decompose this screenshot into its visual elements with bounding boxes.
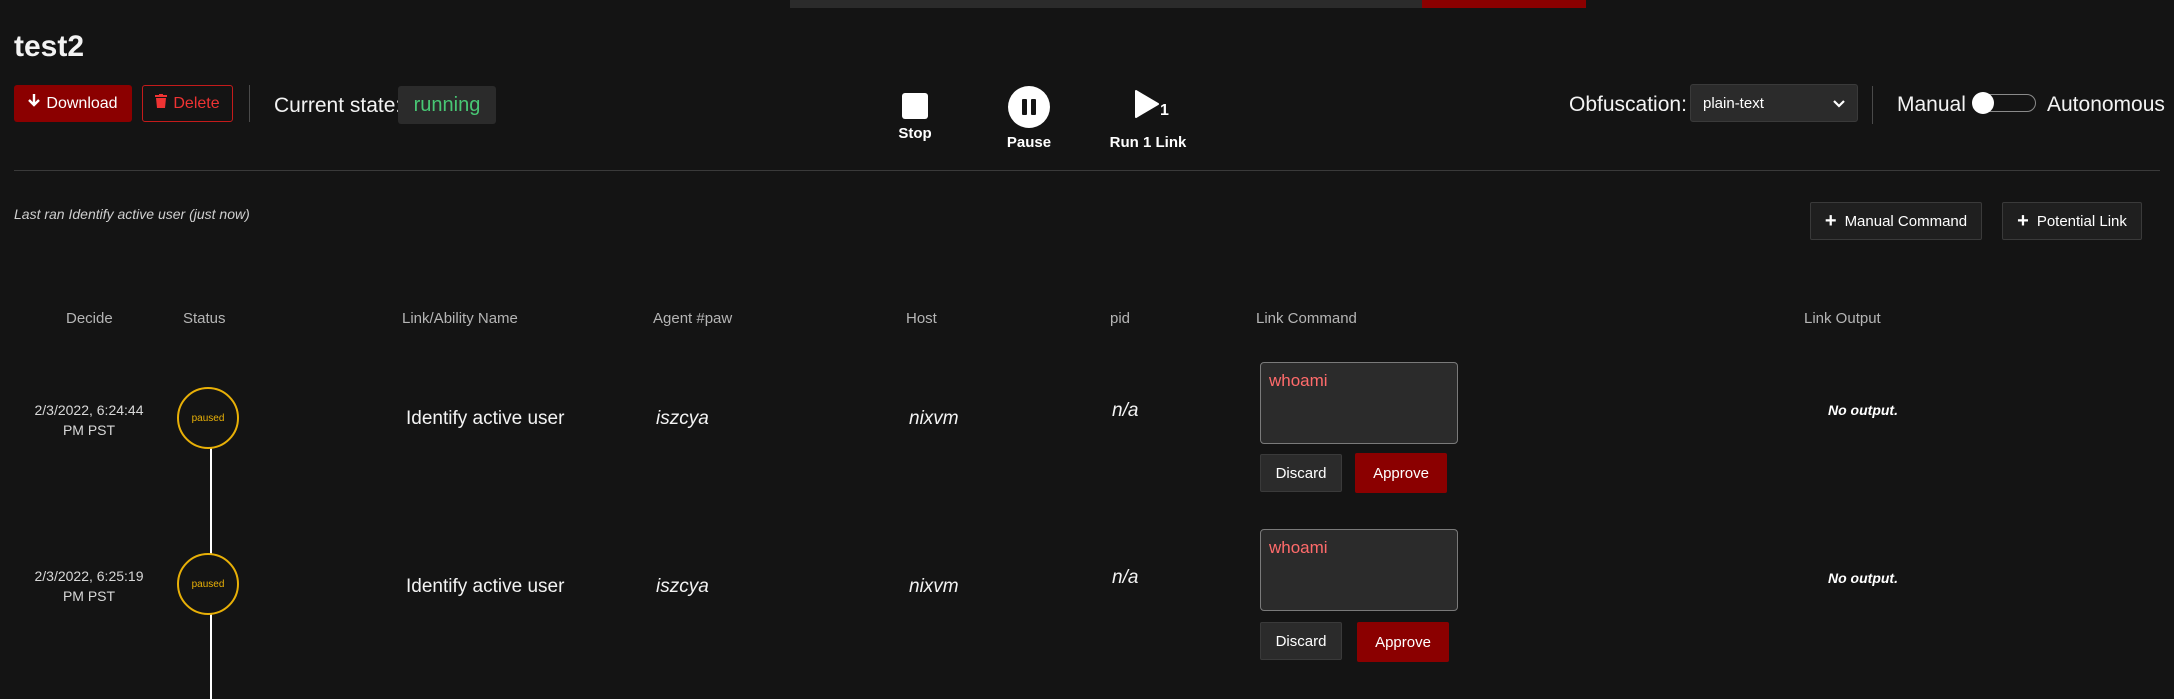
- delete-label: Delete: [173, 94, 220, 112]
- column-header-ability: Link/Ability Name: [402, 310, 518, 327]
- manual-label: Manual: [1897, 93, 1966, 116]
- pause-button[interactable]: Pause: [990, 86, 1068, 151]
- link-output: No output.: [1828, 570, 1898, 586]
- column-header-agent: Agent #paw: [653, 310, 733, 327]
- state-badge: running: [398, 86, 496, 124]
- manual-command-button[interactable]: + Manual Command: [1810, 202, 1982, 240]
- pid-value: n/a: [1112, 400, 1139, 421]
- operation-title: test2: [14, 30, 85, 63]
- run-one-link-button[interactable]: 1 Run 1 Link: [1100, 86, 1196, 151]
- current-state-label: Current state:: [274, 94, 402, 117]
- play-icon: 1: [1118, 86, 1178, 128]
- column-header-host: Host: [906, 310, 937, 327]
- download-button[interactable]: Download: [14, 85, 132, 122]
- table-row-date: 2/3/2022, 6:24:44 PM PST: [24, 400, 154, 440]
- stop-label: Stop: [898, 125, 932, 142]
- divider: [249, 85, 250, 122]
- column-header-output: Link Output: [1804, 310, 1881, 327]
- mode-toggle-knob[interactable]: [1972, 92, 1994, 114]
- pause-icon: [1008, 86, 1050, 128]
- link-output: No output.: [1828, 402, 1898, 418]
- column-header-status: Status: [183, 310, 226, 327]
- manual-command-label: Manual Command: [1844, 212, 1968, 230]
- chevron-down-icon: [1833, 96, 1845, 113]
- date-line: PM PST: [62, 588, 116, 604]
- status-badge[interactable]: paused: [177, 553, 239, 615]
- autonomous-label: Autonomous: [2047, 93, 2165, 116]
- stop-button[interactable]: Stop: [880, 88, 950, 142]
- date-line: 2/3/2022, 6:24:44: [34, 402, 144, 418]
- potential-link-button[interactable]: + Potential Link: [2002, 202, 2142, 240]
- command-textarea[interactable]: whoami: [1260, 529, 1458, 611]
- top-bar-accent: [1422, 0, 1586, 8]
- table-row-date: 2/3/2022, 6:25:19 PM PST: [24, 566, 154, 606]
- agent-paw: iszcya: [656, 408, 709, 429]
- command-textarea[interactable]: whoami: [1260, 362, 1458, 444]
- pause-label: Pause: [1006, 134, 1052, 151]
- approve-button[interactable]: Approve: [1357, 622, 1449, 662]
- pid-value: n/a: [1112, 567, 1139, 588]
- column-header-pid: pid: [1110, 310, 1131, 327]
- status-badge[interactable]: paused: [177, 387, 239, 449]
- stop-icon: [902, 93, 928, 119]
- run-label: Run 1 Link: [1109, 134, 1187, 151]
- obfuscation-label: Obfuscation:: [1569, 93, 1687, 116]
- arrow-down-icon: [28, 94, 41, 113]
- obfuscation-value: plain-text: [1703, 94, 1764, 112]
- column-header-command: Link Command: [1256, 310, 1357, 327]
- obfuscation-select[interactable]: plain-text: [1690, 84, 1858, 122]
- host-name: nixvm: [909, 576, 959, 597]
- approve-button[interactable]: Approve: [1355, 453, 1447, 493]
- agent-paw: iszcya: [656, 576, 709, 597]
- date-line: PM PST: [62, 422, 116, 438]
- download-label: Download: [46, 94, 118, 112]
- discard-button[interactable]: Discard: [1260, 454, 1342, 492]
- delete-button[interactable]: Delete: [142, 85, 233, 122]
- divider: [1872, 86, 1873, 124]
- plus-icon: +: [2017, 210, 2029, 232]
- host-name: nixvm: [909, 408, 959, 429]
- date-line: 2/3/2022, 6:25:19: [34, 568, 144, 584]
- divider: [14, 170, 2160, 171]
- trash-icon: [155, 94, 168, 113]
- run-count: 1: [1160, 102, 1169, 119]
- plus-icon: +: [1824, 210, 1837, 232]
- ability-name: Identify active user: [406, 408, 565, 429]
- ability-name: Identify active user: [406, 576, 565, 597]
- column-header-decide: Decide: [66, 310, 113, 327]
- potential-link-label: Potential Link: [2036, 212, 2127, 230]
- last-ran-status: Last ran Identify active user (just now): [14, 206, 250, 222]
- discard-button[interactable]: Discard: [1260, 622, 1342, 660]
